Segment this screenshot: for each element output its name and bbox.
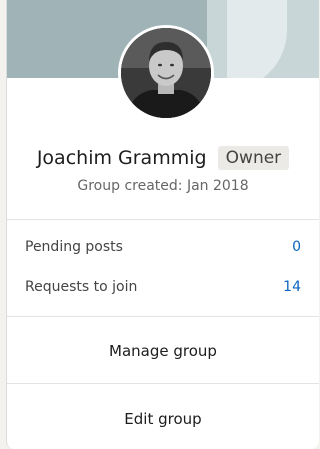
stat-row-pending-posts[interactable]: Pending posts 0 [25,239,301,259]
avatar[interactable] [118,25,214,121]
group-admin-card: Joachim Grammig Owner Group created: Jan… [6,0,319,449]
group-created-date: Group created: Jan 2018 [77,178,249,194]
stat-row-requests-to-join[interactable]: Requests to join 14 [25,279,301,299]
manage-group-button[interactable]: Manage group [7,318,319,384]
stat-label: Pending posts [25,239,123,255]
edit-group-button[interactable]: Edit group [7,386,319,449]
divider [7,219,319,220]
owner-name-row: Joachim Grammig Owner [7,146,319,170]
stat-value: 0 [292,239,301,255]
stat-label: Requests to join [25,279,138,295]
avatar-photo [121,28,211,118]
stat-value: 14 [283,279,301,295]
divider [7,383,319,384]
role-badge: Owner [217,146,290,170]
divider [7,316,319,317]
owner-name[interactable]: Joachim Grammig [37,147,207,169]
